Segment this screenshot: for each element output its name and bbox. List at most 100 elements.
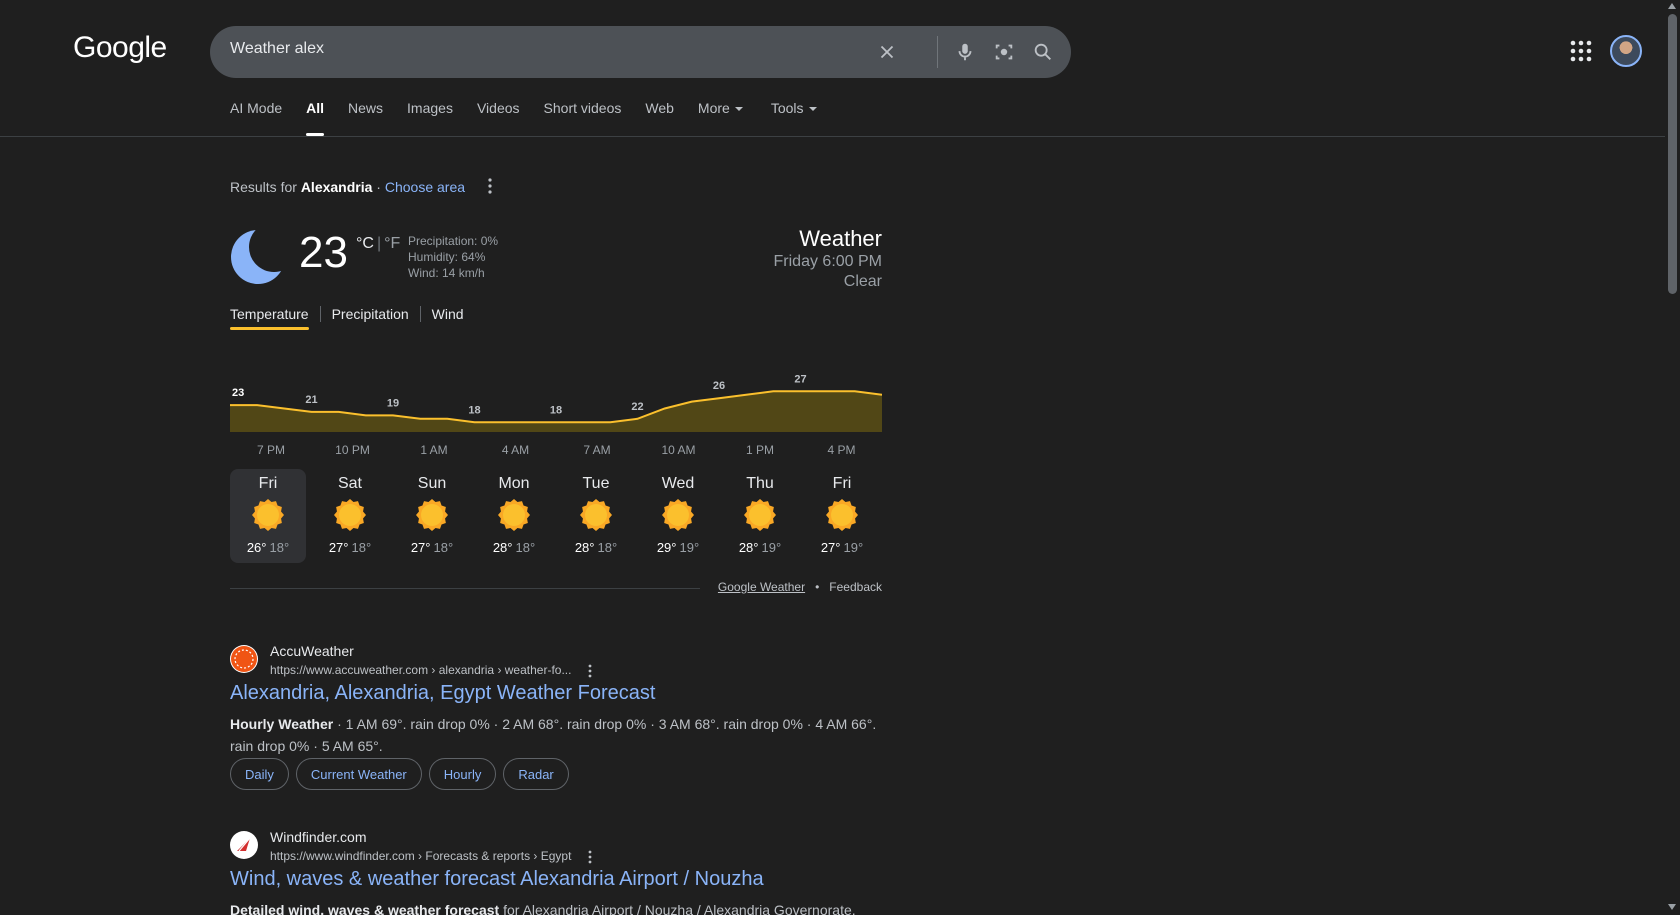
result-url[interactable]: https://www.windfinder.com › Forecasts &… <box>270 849 593 864</box>
sunny-icon <box>416 499 448 531</box>
hour-tick-label: 4 PM <box>827 443 856 457</box>
tab-wind[interactable]: Wind <box>432 306 464 330</box>
page-scrollbar[interactable] <box>1665 0 1680 915</box>
forecast-day-name: Fri <box>258 475 278 492</box>
hour-tick-label: 4 AM <box>501 443 530 457</box>
chip-hourly[interactable]: Hourly <box>428 758 497 790</box>
forecast-day[interactable]: Mon 28° 18° <box>476 469 552 563</box>
humidity-text: Humidity: 64% <box>408 250 486 264</box>
result-snippet: Detailed wind, waves & weather forecast … <box>230 902 856 915</box>
scroll-up-arrow-icon[interactable] <box>1668 3 1676 9</box>
account-avatar[interactable] <box>1610 35 1642 67</box>
chart-data-label: 18 <box>468 404 480 416</box>
result-snippet: Hourly Weather · 1 AM 69°. rain drop 0% … <box>230 716 877 754</box>
choose-area-link[interactable]: Choose area <box>385 179 465 195</box>
current-temperature: 23 <box>299 228 348 277</box>
google-weather-link[interactable]: Google Weather <box>718 580 805 594</box>
weather-time: Friday 6:00 PM <box>773 253 882 270</box>
chart-data-label: 23 <box>232 387 244 399</box>
forecast-low: 18° <box>269 540 290 555</box>
forecast-day[interactable]: Sat 27° 18° <box>312 469 388 563</box>
forecast-day-name: Tue <box>582 475 610 492</box>
weather-tabs: Temperature Precipitation Wind <box>230 306 464 330</box>
search-result: AccuWeather https://www.accuweather.com … <box>230 643 890 803</box>
sunny-icon <box>826 499 858 531</box>
result-menu-icon[interactable] <box>587 850 593 864</box>
accuweather-favicon[interactable] <box>230 645 258 673</box>
forecast-day[interactable]: Fri 26° 18° <box>230 469 306 563</box>
search-divider <box>937 36 938 68</box>
search-bar[interactable] <box>210 26 1071 78</box>
feedback-link[interactable]: Feedback <box>829 580 882 594</box>
google-logo[interactable]: Google <box>73 31 167 65</box>
chart-data-label: 26 <box>713 380 725 392</box>
tab-ai-mode[interactable]: AI Mode <box>230 100 282 136</box>
tab-temperature[interactable]: Temperature <box>230 306 309 330</box>
chip-radar[interactable]: Radar <box>503 758 569 790</box>
chart-data-label: 19 <box>387 397 399 409</box>
precipitation-text: Precipitation: 0% <box>408 234 499 248</box>
tab-tools[interactable]: Tools <box>771 100 817 136</box>
microphone-icon[interactable] <box>952 39 978 65</box>
hour-tick-label: 7 AM <box>583 443 611 457</box>
forecast-day-name: Thu <box>746 475 774 492</box>
result-site-name[interactable]: AccuWeather <box>270 643 354 659</box>
more-options-icon[interactable] <box>486 177 494 195</box>
header: Google <box>0 0 1665 100</box>
forecast-day[interactable]: Wed 29° 19° <box>640 469 716 563</box>
result-url[interactable]: https://www.accuweather.com › alexandria… <box>270 663 593 678</box>
weather-footer: Google Weather • Feedback <box>717 580 882 594</box>
tab-images[interactable]: Images <box>407 100 453 136</box>
forecast-temps: 26° 18° <box>230 540 306 555</box>
wind-text: Wind: 14 km/h <box>408 266 485 280</box>
clear-icon[interactable] <box>874 39 900 65</box>
weather-summary: Weather Friday 6:00 PM Clear <box>774 226 882 292</box>
tab-more[interactable]: More <box>698 100 743 136</box>
forecast-day[interactable]: Tue 28° 18° <box>558 469 634 563</box>
hour-tick-label: 1 PM <box>745 443 775 457</box>
forecast-low: 19° <box>843 540 864 555</box>
sunny-icon <box>580 499 612 531</box>
forecast-high: 28° <box>492 540 513 555</box>
tab-news[interactable]: News <box>348 100 383 136</box>
chip-current-weather[interactable]: Current Weather <box>295 758 422 790</box>
windfinder-favicon[interactable] <box>230 831 258 859</box>
forecast-temps: 27° 19° <box>804 540 880 555</box>
result-site-name[interactable]: Windfinder.com <box>270 829 366 845</box>
search-icon[interactable] <box>1030 39 1056 65</box>
tab-precipitation[interactable]: Precipitation <box>332 306 409 330</box>
scroll-down-arrow-icon[interactable] <box>1668 904 1676 910</box>
search-tabs: AI Mode All News Images Videos Short vid… <box>230 100 841 136</box>
forecast-temps: 29° 19° <box>640 540 716 555</box>
forecast-day[interactable]: Fri 27° 19° <box>804 469 880 563</box>
forecast-high: 27° <box>820 540 841 555</box>
search-input[interactable] <box>230 40 830 58</box>
location-name: Alexandria <box>300 179 373 195</box>
result-title-link[interactable]: Wind, waves & weather forecast Alexandri… <box>230 868 764 891</box>
forecast-high: 28° <box>738 540 759 555</box>
unit-toggle: °C | °F <box>356 235 401 252</box>
chart-data-label: 22 <box>631 401 643 413</box>
forecast-day[interactable]: Thu 28° 19° <box>722 469 798 563</box>
scrollbar-thumb[interactable] <box>1668 14 1677 294</box>
camera-lens-icon[interactable] <box>991 39 1017 65</box>
unit-celsius[interactable]: °C <box>356 235 374 252</box>
weather-title: Weather <box>799 226 882 251</box>
forecast-day[interactable]: Sun 27° 18° <box>394 469 470 563</box>
chip-daily[interactable]: Daily <box>230 758 289 790</box>
tab-web[interactable]: Web <box>645 100 674 136</box>
result-menu-icon[interactable] <box>587 664 593 678</box>
sunny-icon <box>498 499 530 531</box>
weather-condition: Clear <box>843 273 882 290</box>
hour-tick-label: 10 AM <box>661 443 696 457</box>
tab-all[interactable]: All <box>306 100 324 136</box>
forecast-high: 27° <box>328 540 349 555</box>
tab-videos[interactable]: Videos <box>477 100 520 136</box>
forecast-temps: 28° 18° <box>558 540 634 555</box>
forecast-day-name: Wed <box>661 475 695 492</box>
clear-night-moon-icon <box>231 230 285 284</box>
result-title-link[interactable]: Alexandria, Alexandria, Egypt Weather Fo… <box>230 682 655 705</box>
tab-short-videos[interactable]: Short videos <box>544 100 622 136</box>
unit-fahrenheit[interactable]: °F <box>384 235 400 252</box>
apps-grid-icon[interactable] <box>1568 38 1594 64</box>
